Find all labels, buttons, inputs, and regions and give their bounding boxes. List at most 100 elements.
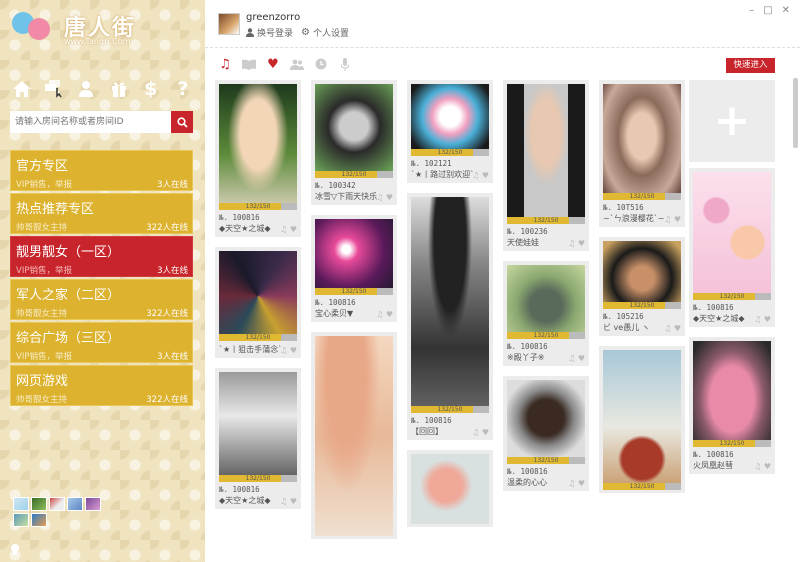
heart-icon[interactable]: ♥: [266, 57, 280, 72]
skin-thumb[interactable]: [67, 497, 83, 511]
room-actions: ♫ ♥: [568, 354, 585, 363]
room-search: [10, 111, 193, 133]
zone-subtitle: VIP销售，举报: [16, 266, 72, 276]
room-card[interactable]: 132/150 №. 100816 ◆天空★之城◆ ♫ ♥: [215, 368, 301, 509]
heart-icon[interactable]: ♥: [578, 354, 585, 363]
quick-enter-button[interactable]: 快速进入: [726, 58, 775, 73]
add-room-button[interactable]: +: [689, 80, 775, 162]
heart-icon[interactable]: ♥: [290, 346, 297, 355]
skin-thumb[interactable]: [31, 513, 47, 527]
gift-icon[interactable]: [107, 78, 131, 100]
room-card[interactable]: 132/150: [599, 346, 685, 493]
room-capacity-bar: 132/150: [693, 440, 771, 447]
heart-icon[interactable]: ♥: [578, 479, 585, 488]
room-card[interactable]: 132/150 `★丨狙击手蒲念` ♫ ♥: [215, 247, 301, 358]
minimize-icon[interactable]: –: [749, 5, 754, 16]
heart-icon[interactable]: ♥: [386, 310, 393, 319]
skin-thumb[interactable]: [13, 513, 29, 527]
room-card[interactable]: [311, 332, 397, 539]
heart-icon[interactable]: ♥: [674, 324, 681, 333]
zone-subtitle: VIP销售，举报: [16, 180, 72, 190]
music-icon[interactable]: ♫: [472, 428, 479, 437]
switch-account-link[interactable]: 换号登录: [246, 26, 293, 39]
mic-icon[interactable]: [338, 57, 352, 71]
room-capacity: 132/150: [437, 406, 463, 413]
room-actions: ♫ ♥: [664, 215, 681, 224]
bulb-icon[interactable]: [10, 544, 20, 559]
room-capacity: 132/150: [719, 293, 745, 300]
zone-area-1[interactable]: 靓男靓女（一区） VIP销售，举报 3人在线: [10, 236, 193, 277]
room-id: №. 102121: [411, 159, 452, 168]
room-capacity: 132/150: [437, 149, 463, 156]
music-icon[interactable]: ♫: [568, 239, 575, 248]
room-capacity-bar: 132/150: [411, 406, 489, 413]
heart-icon[interactable]: ♥: [482, 428, 489, 437]
search-button[interactable]: [171, 111, 193, 133]
room-column: 132/150 №. 100816 ◆天空★之城◆ ♫ ♥ 132/150 `★…: [215, 80, 301, 519]
room-card[interactable]: 132/150 №. 100816 ※殿丫子※ ♫ ♥: [503, 261, 589, 366]
music-icon[interactable]: ♫: [376, 310, 383, 319]
music-icon[interactable]: ♫: [664, 324, 671, 333]
close-icon[interactable]: ✕: [782, 5, 790, 16]
room-card[interactable]: 132/150 №. 100816 火凤凰赵彗 ♫ ♥: [689, 337, 775, 474]
heart-icon[interactable]: ♥: [578, 239, 585, 248]
group-icon[interactable]: [290, 57, 304, 71]
zone-online-count: 322人在线: [146, 309, 188, 319]
music-icon[interactable]: ♫: [280, 497, 287, 506]
room-card[interactable]: 132/150 №. 100816 【回回】 ♫ ♥: [407, 193, 493, 440]
clock-icon[interactable]: [314, 57, 328, 71]
skin-thumb[interactable]: [85, 497, 101, 511]
room-capacity: 132/150: [341, 171, 367, 178]
room-card[interactable]: 132/150 №. 100816 温柔的心心 ♫ ♥: [503, 376, 589, 491]
maximize-icon[interactable]: □: [763, 5, 772, 16]
music-icon[interactable]: ♫: [568, 354, 575, 363]
music-icon[interactable]: ♫: [376, 193, 383, 202]
room-card[interactable]: 132/150 №. 100236 天使娃娃 ♫ ♥: [503, 80, 589, 251]
room-card[interactable]: 132/150 №. 10T516 ~`ㄣ浪漫樱花`~ ♫ ♥: [599, 80, 685, 227]
music-icon[interactable]: ♫: [280, 225, 287, 234]
heart-icon[interactable]: ♥: [764, 315, 771, 324]
zone-hot-recommend[interactable]: 热点推荐专区 帅哥靓女主持 322人在线: [10, 193, 193, 234]
heart-icon[interactable]: ♥: [764, 462, 771, 471]
user-icon[interactable]: [74, 78, 98, 100]
room-card[interactable]: 132/150 №. 105216 ビ ve愚儿 ヽ ♫ ♥: [599, 237, 685, 336]
heart-icon[interactable]: ♥: [290, 225, 297, 234]
room-actions: ♫ ♥: [472, 171, 489, 180]
music-icon[interactable]: ♫: [472, 171, 479, 180]
room-card[interactable]: [407, 450, 493, 527]
zone-area-3[interactable]: 综合广场（三区） VIP销售，举报 3人在线: [10, 322, 193, 363]
zone-area-2[interactable]: 军人之家（二区） 帅哥靓女主持 322人在线: [10, 279, 193, 320]
music-icon[interactable]: ♫: [754, 315, 761, 324]
skin-thumb[interactable]: [49, 497, 65, 511]
top-bar: greenzorro 换号登录 ⚙ 个人设置 – □ ✕: [205, 0, 800, 48]
room-capacity-bar: 132/150: [603, 193, 681, 200]
room-card[interactable]: 132/150 №. 100342 冰雪▽下雨天快乐 ♫ ♥: [311, 80, 397, 205]
scrollbar-thumb[interactable]: [793, 78, 798, 148]
music-icon[interactable]: ♫: [568, 479, 575, 488]
music-icon[interactable]: ♫: [754, 462, 761, 471]
skin-thumb[interactable]: [13, 497, 29, 511]
music-icon[interactable]: ♫: [280, 346, 287, 355]
heart-icon[interactable]: ♥: [482, 171, 489, 180]
heart-icon[interactable]: ♥: [674, 215, 681, 224]
music-icon[interactable]: ♫: [664, 215, 671, 224]
heart-icon[interactable]: ♥: [386, 193, 393, 202]
heart-icon[interactable]: ♥: [290, 497, 297, 506]
zone-official[interactable]: 官方专区 VIP销售，举报 3人在线: [10, 150, 193, 191]
rooms-icon[interactable]: [42, 78, 66, 100]
book-icon[interactable]: [242, 57, 256, 71]
skin-thumb[interactable]: [31, 497, 47, 511]
avatar[interactable]: [218, 13, 240, 35]
search-input[interactable]: [10, 111, 171, 133]
settings-link[interactable]: ⚙ 个人设置: [301, 26, 349, 39]
help-icon[interactable]: ?: [171, 78, 195, 100]
home-icon[interactable]: [10, 78, 34, 100]
room-card[interactable]: 132/150 №. 102121 `★丨路过别欢迎` ♫ ♥: [407, 80, 493, 183]
zone-web-games[interactable]: 网页游戏 帅哥靓女主持 322人在线: [10, 365, 193, 406]
room-card[interactable]: 132/150 №. 100816 ◆天空★之城◆ ♫ ♥: [215, 80, 301, 237]
room-actions: ♫ ♥: [280, 497, 297, 506]
room-card[interactable]: 132/150 №. 100816 宝心柔贝▼ ♫ ♥: [311, 215, 397, 322]
room-card[interactable]: 132/150 №. 100816 ◆天空★之城◆ ♫ ♥: [689, 168, 775, 327]
music-icon[interactable]: ♫: [218, 57, 232, 72]
dollar-icon[interactable]: $: [139, 78, 163, 100]
